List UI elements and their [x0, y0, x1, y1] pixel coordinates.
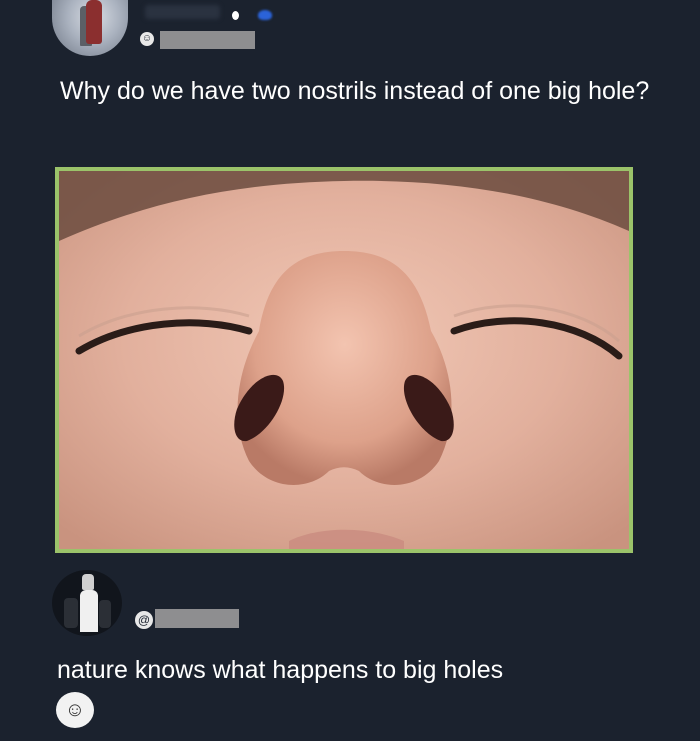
smiley-emoji-icon: ☺	[56, 692, 94, 728]
username-blurred[interactable]	[145, 5, 220, 19]
avatar-head	[82, 574, 94, 590]
nose-photo	[59, 171, 629, 549]
reply-handle-redacted	[155, 609, 239, 628]
avatar-robe	[80, 590, 98, 632]
badge-dot	[232, 11, 239, 20]
post-text: Why do we have two nostrils instead of o…	[60, 77, 650, 105]
at-icon: @	[135, 611, 153, 629]
social-post-thread: ☺ Why do we have two nostrils instead of…	[0, 0, 700, 741]
reply-avatar[interactable]	[52, 570, 122, 636]
avatar-figure-left	[64, 598, 78, 628]
avatar-figure	[86, 0, 102, 44]
verified-badge-icon	[258, 10, 272, 20]
avatar-figure-right	[99, 600, 111, 628]
avatar[interactable]	[52, 0, 128, 56]
handle-redacted	[160, 31, 255, 49]
reply-text: nature knows what happens to big holes	[57, 656, 504, 684]
smiley-icon: ☺	[140, 32, 154, 46]
post-image[interactable]	[55, 167, 633, 553]
